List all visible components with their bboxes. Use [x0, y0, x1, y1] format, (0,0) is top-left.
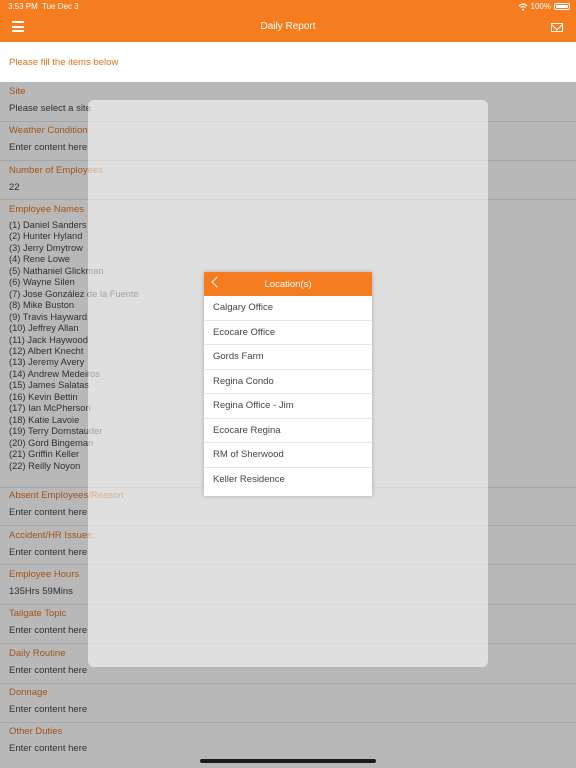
home-indicator[interactable]: [200, 759, 376, 763]
page-title: Daily Report: [260, 21, 316, 32]
location-item[interactable]: Ecocare Regina: [204, 419, 372, 443]
location-item[interactable]: Calgary Office: [204, 296, 372, 321]
status-right: 100%: [518, 2, 570, 11]
location-picker-title: Location(s): [264, 279, 312, 290]
location-item[interactable]: Gords Farm: [204, 345, 372, 370]
location-item[interactable]: Keller Residence: [204, 468, 372, 493]
location-item[interactable]: Ecocare Office: [204, 321, 372, 345]
location-item[interactable]: Regina Condo: [204, 370, 372, 394]
location-picker: Location(s) Calgary Office Ecocare Offic…: [204, 272, 372, 496]
form-intro: Please fill the items below: [9, 57, 119, 68]
battery-icon: [554, 3, 570, 10]
app-header: 3:53 PM Tue Dec 3 100% Daily Report: [0, 0, 576, 42]
battery-percent: 100%: [530, 2, 551, 11]
mail-icon[interactable]: [551, 23, 563, 32]
location-picker-header: Location(s): [204, 272, 372, 296]
status-time: 3:53 PM: [8, 2, 38, 11]
wifi-icon: [518, 2, 527, 11]
location-item[interactable]: RM of Sherwood: [204, 443, 372, 468]
status-date: Tue Dec 3: [42, 2, 79, 11]
location-item[interactable]: Regina Office - Jim: [204, 394, 372, 419]
